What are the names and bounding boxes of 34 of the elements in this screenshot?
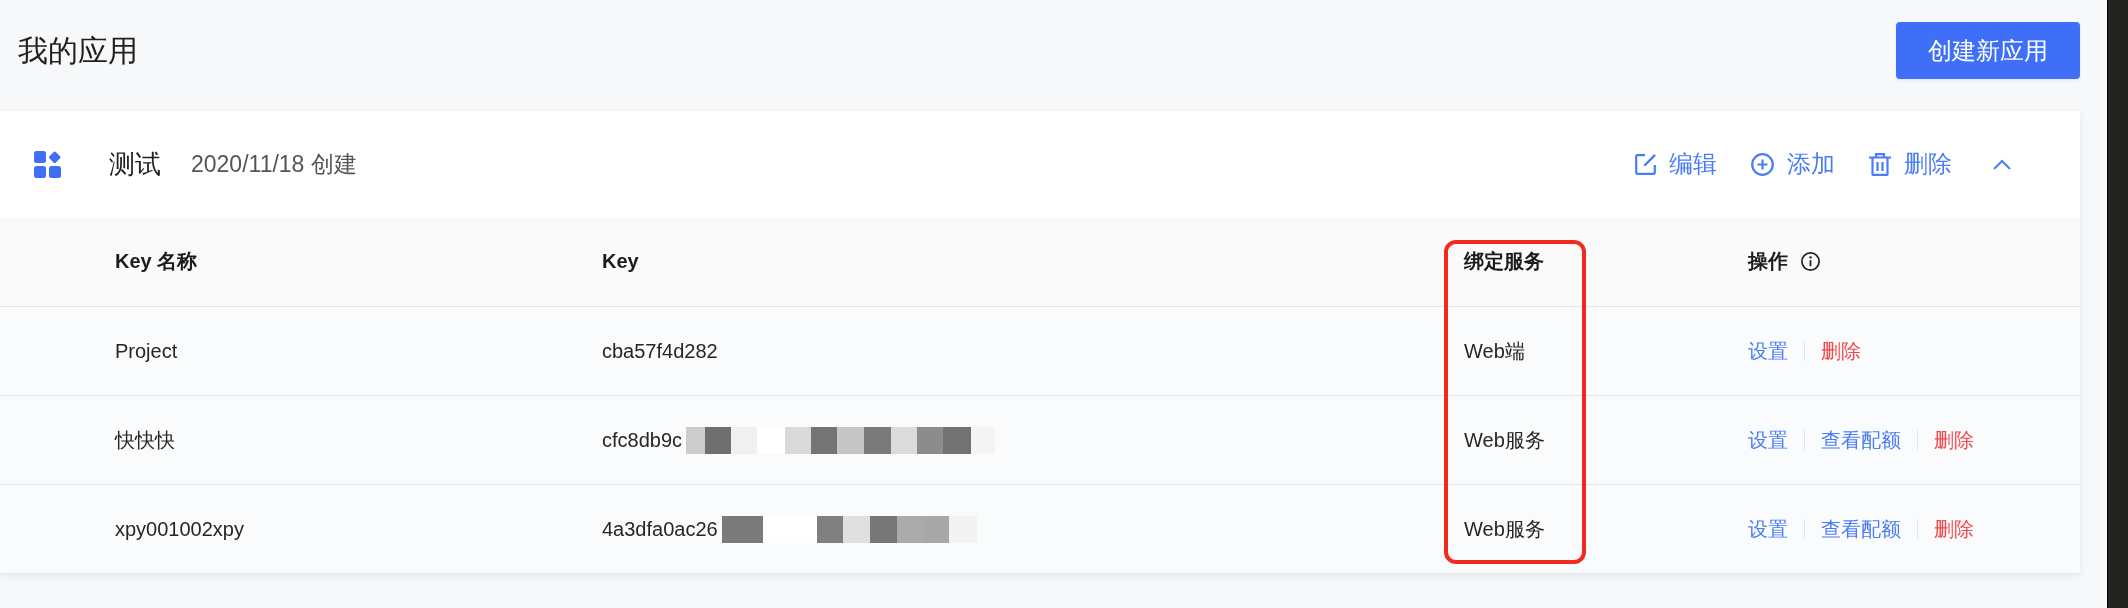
edit-action[interactable]: 编辑	[1635, 148, 1717, 180]
action-link[interactable]: 查看配额	[1821, 515, 1901, 543]
action-link[interactable]: 查看配额	[1821, 426, 1901, 454]
column-header: Key 名称	[115, 249, 198, 274]
add-action[interactable]: 添加	[1751, 148, 1835, 180]
service-cell-text: Web端	[1464, 338, 1525, 364]
key-cell: cfc8db9c	[602, 428, 683, 452]
delete-action[interactable]: 删除	[1869, 148, 1952, 180]
trash-icon	[1869, 152, 1891, 176]
action-link[interactable]: 设置	[1748, 515, 1788, 543]
apps-icon	[34, 150, 61, 178]
action-link[interactable]: 设置	[1748, 426, 1788, 454]
service-cell-text: Web服务	[1464, 516, 1545, 542]
app-name: 测试	[109, 147, 161, 181]
page-title: 我的应用	[18, 33, 138, 69]
action-link[interactable]: 设置	[1748, 337, 1788, 365]
key-cell: cba57f4d282	[602, 339, 718, 363]
info-icon[interactable]	[1801, 252, 1820, 271]
delete-link[interactable]: 删除	[1934, 426, 1974, 454]
key-name-cell: xpy001002xpy	[115, 517, 244, 541]
key-cell: 4a3dfa0ac26	[602, 517, 718, 541]
delete-link[interactable]: 删除	[1934, 515, 1974, 543]
column-header: 操作	[1748, 249, 1788, 274]
edit-icon	[1635, 153, 1656, 175]
chevron-up-icon[interactable]	[1993, 158, 2011, 170]
delete-link[interactable]: 删除	[1821, 337, 1861, 365]
key-name-cell: Project	[115, 339, 178, 363]
create-app-button[interactable]: 创建新应用	[1896, 22, 2080, 79]
created-date: 2020/11/18 创建	[191, 149, 357, 179]
key-name-cell-text: 快快快	[115, 427, 175, 453]
plus-circle-icon	[1751, 152, 1774, 176]
column-header: 绑定服务	[1464, 249, 1544, 274]
service-cell-text: Web服务	[1464, 427, 1545, 453]
column-header: Key	[602, 250, 639, 273]
